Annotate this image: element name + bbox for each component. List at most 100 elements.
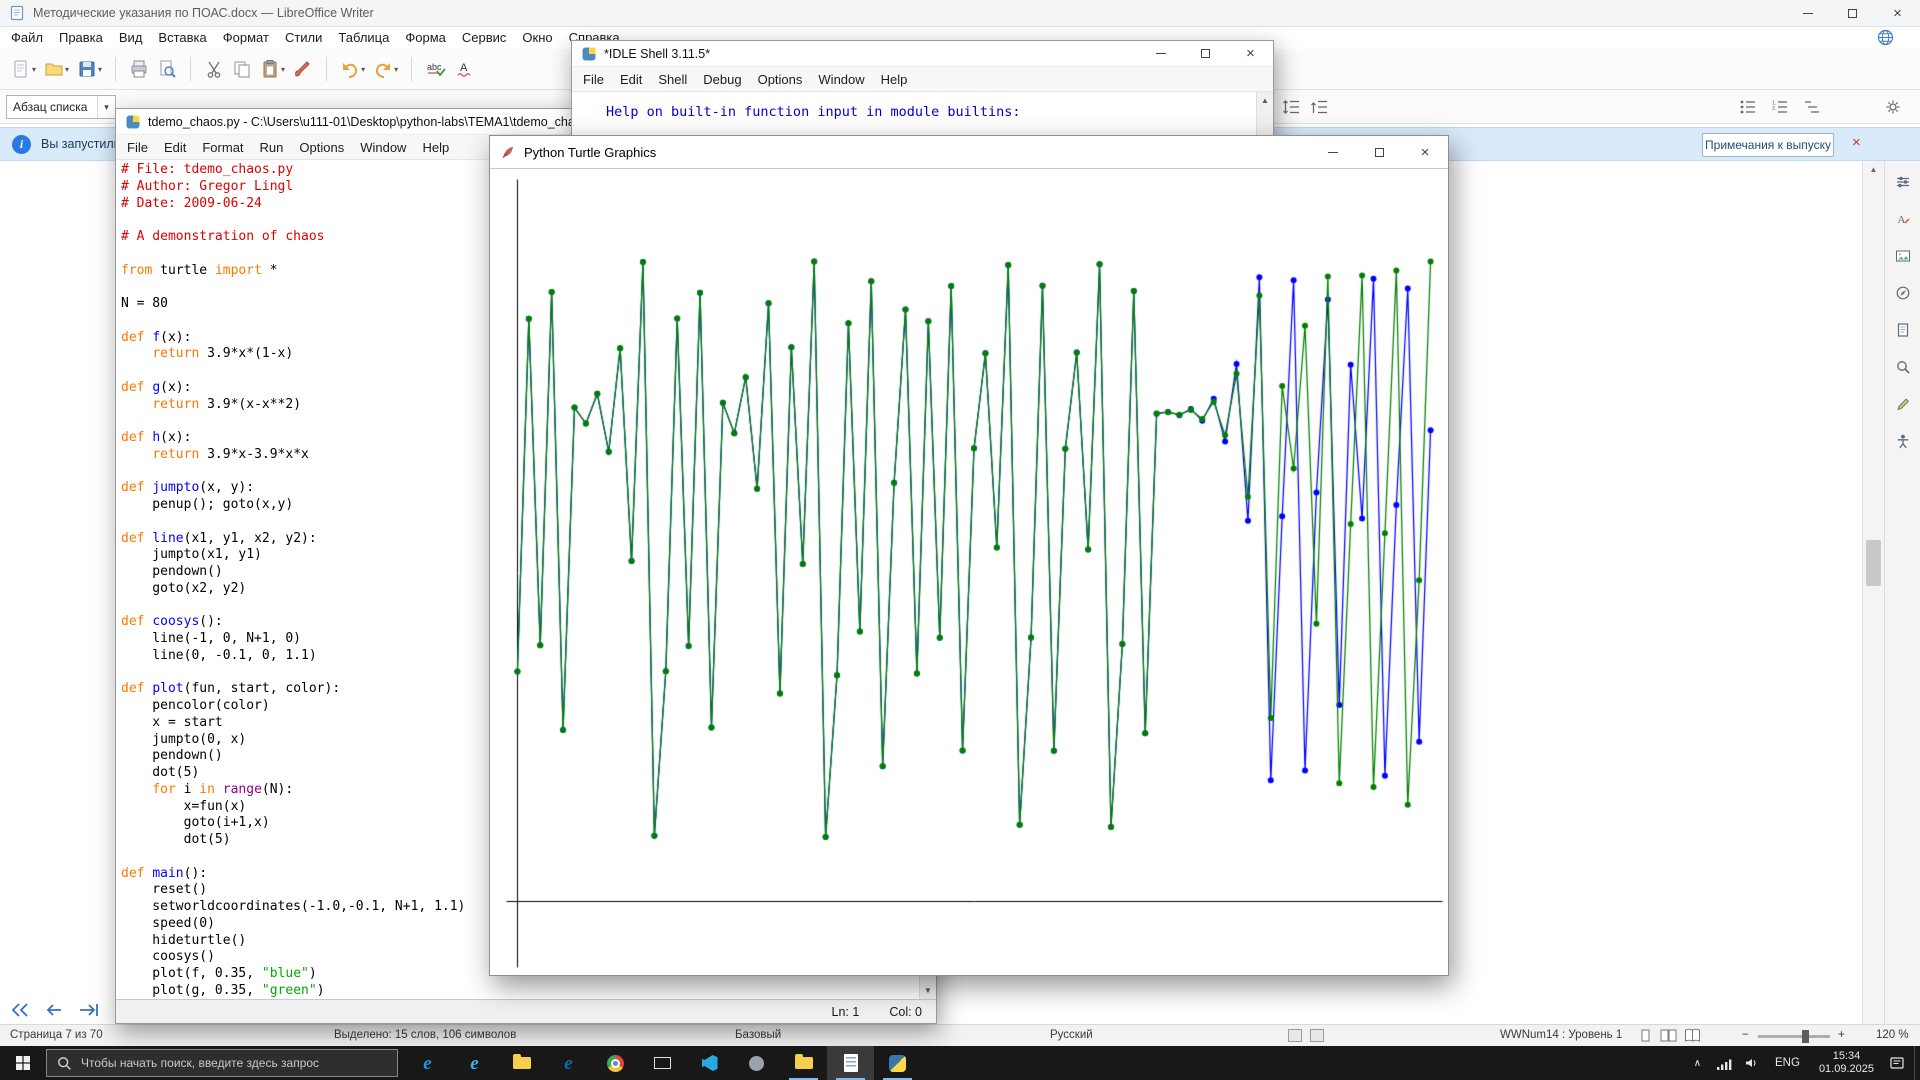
double-arrow-left-icon[interactable] (10, 1002, 30, 1018)
shell-close-button[interactable]: × (1228, 41, 1273, 66)
menu-item-run[interactable]: Run (252, 135, 292, 160)
line-spacing-button[interactable] (1278, 95, 1304, 119)
menu-item-правка[interactable]: Правка (51, 27, 111, 49)
turtle-maximize-button[interactable] (1356, 136, 1402, 168)
menu-item-edit[interactable]: Edit (612, 67, 650, 92)
taskbar-app-python-icon[interactable] (874, 1046, 921, 1080)
taskbar-app-ie-icon[interactable]: e (451, 1046, 498, 1080)
auto-spellcheck-button[interactable]: A (451, 54, 479, 84)
sidebar-tab-accessibility-icon[interactable] (1891, 430, 1915, 452)
shell-maximize-button[interactable] (1183, 41, 1228, 66)
print-button[interactable] (125, 54, 153, 84)
menu-item-сервис[interactable]: Сервис (454, 27, 515, 49)
arrow-right-bar-icon[interactable] (78, 1002, 100, 1018)
menu-item-help[interactable]: Help (873, 67, 916, 92)
spelling-button[interactable]: abc (421, 54, 451, 84)
open-button[interactable]: ▾ (40, 54, 73, 84)
writer-close-button[interactable]: × (1875, 0, 1920, 27)
paragraph-style-combobox[interactable]: Абзац списка ▾ (6, 95, 116, 119)
menu-item-window[interactable]: Window (352, 135, 414, 160)
writer-titlebar[interactable]: Методические указания по ПОАС.docx — Lib… (0, 0, 1920, 27)
menu-item-options[interactable]: Options (750, 67, 811, 92)
shell-titlebar[interactable]: *IDLE Shell 3.11.5* × (572, 41, 1273, 67)
new-document-button[interactable]: ▾ (7, 54, 40, 84)
document-scrollbar-thumb[interactable] (1866, 540, 1881, 586)
volume-icon[interactable] (1738, 1056, 1765, 1070)
menu-item-форма[interactable]: Форма (397, 27, 454, 49)
menu-item-format[interactable]: Format (194, 135, 251, 160)
menu-item-file[interactable]: File (575, 67, 612, 92)
scroll-up-icon[interactable]: ▲ (1257, 92, 1273, 109)
document-scrollbar[interactable]: ▲ (1862, 161, 1884, 1024)
writer-minimize-button[interactable] (1785, 0, 1830, 27)
turtle-close-button[interactable]: × (1402, 136, 1448, 168)
menu-item-файл[interactable]: Файл (3, 27, 51, 49)
cut-button[interactable] (200, 54, 228, 84)
paste-button[interactable]: ▾ (256, 54, 289, 84)
undo-button[interactable]: ▾ (336, 54, 369, 84)
zoom-out-button[interactable]: − (1742, 1029, 1749, 1041)
menu-item-options[interactable]: Options (291, 135, 352, 160)
menu-item-window[interactable]: Window (810, 67, 872, 92)
turtle-minimize-button[interactable] (1310, 136, 1356, 168)
zoom-percent[interactable]: 120 % (1876, 1029, 1909, 1041)
taskbar-app-chrome-icon[interactable] (592, 1046, 639, 1080)
writer-maximize-button[interactable] (1830, 0, 1875, 27)
start-button[interactable] (0, 1046, 46, 1080)
action-center-icon[interactable] (1883, 1055, 1911, 1071)
taskbar-search-input[interactable]: Чтобы начать поиск, введите здесь запрос (46, 1049, 398, 1077)
menu-item-вставка[interactable]: Вставка (150, 27, 214, 49)
menu-item-окно[interactable]: Окно (514, 27, 560, 49)
tray-expand-icon[interactable]: ∧ (1685, 1058, 1710, 1069)
chevron-down-icon[interactable]: ▾ (97, 96, 115, 118)
print-preview-button[interactable] (153, 54, 181, 84)
menu-item-таблица[interactable]: Таблица (330, 27, 397, 49)
taskbar-app-mail-icon[interactable] (639, 1046, 686, 1080)
multi-page-view-icon[interactable] (1660, 1028, 1677, 1043)
taskbar-app-writer-icon[interactable] (827, 1046, 874, 1080)
paragraph-spacing-button[interactable] (1306, 95, 1332, 119)
selection-mode-icon[interactable] (1310, 1029, 1324, 1042)
globe-icon[interactable] (1877, 29, 1894, 46)
menu-item-file[interactable]: File (119, 135, 156, 160)
menu-item-help[interactable]: Help (414, 135, 457, 160)
zoom-slider[interactable] (1758, 1030, 1830, 1043)
menu-item-формат[interactable]: Формат (215, 27, 277, 49)
sidebar-tab-page-icon[interactable] (1891, 319, 1915, 341)
zoom-in-button[interactable]: + (1838, 1029, 1845, 1041)
shell-minimize-button[interactable] (1138, 41, 1183, 66)
list-level-status[interactable]: WWNum14 : Уровень 1 (1500, 1029, 1622, 1041)
redo-button[interactable]: ▾ (369, 54, 402, 84)
sidebar-tab-inspector-icon[interactable] (1891, 356, 1915, 378)
scroll-up-icon[interactable]: ▲ (1863, 161, 1884, 179)
arrow-left-icon[interactable] (44, 1002, 64, 1018)
menu-item-edit[interactable]: Edit (156, 135, 194, 160)
taskbar-app-tool-icon[interactable] (733, 1046, 780, 1080)
outline-list-button[interactable] (1799, 95, 1825, 119)
clone-formatting-button[interactable] (289, 54, 317, 84)
show-desktop-button[interactable] (1914, 1046, 1920, 1080)
taskbar-clock[interactable]: 15:34 01.09.2025 (1810, 1050, 1883, 1076)
sidebar-tab-changes-icon[interactable] (1891, 393, 1915, 415)
taskbar-app-explorer-icon[interactable] (498, 1046, 545, 1080)
network-icon[interactable] (1710, 1056, 1738, 1071)
menu-item-стили[interactable]: Стили (277, 27, 330, 49)
taskbar-app-vscode-icon[interactable] (686, 1046, 733, 1080)
copy-button[interactable] (228, 54, 256, 84)
book-view-icon[interactable] (1684, 1028, 1701, 1043)
taskbar-app-edge-icon[interactable]: e (404, 1046, 451, 1080)
scroll-down-icon[interactable]: ▼ (920, 982, 936, 999)
sidebar-tab-properties-icon[interactable] (1891, 171, 1915, 193)
sidebar-settings-button[interactable] (1880, 95, 1906, 119)
menu-item-shell[interactable]: Shell (650, 67, 695, 92)
taskbar-app-folder-icon[interactable] (780, 1046, 827, 1080)
save-button[interactable]: ▾ (73, 54, 106, 84)
insert-mode-icon[interactable] (1288, 1029, 1302, 1042)
single-page-view-icon[interactable] (1638, 1028, 1653, 1043)
keyboard-language[interactable]: ENG (1765, 1057, 1810, 1069)
word-count-status[interactable]: Выделено: 15 слов, 106 символов (334, 1029, 516, 1041)
numbered-list-button[interactable]: 1. 2. (1767, 95, 1793, 119)
sidebar-tab-navigator-icon[interactable] (1891, 282, 1915, 304)
release-notes-button[interactable]: Примечания к выпуску (1702, 133, 1834, 157)
page-style-status[interactable]: Базовый (735, 1029, 781, 1041)
